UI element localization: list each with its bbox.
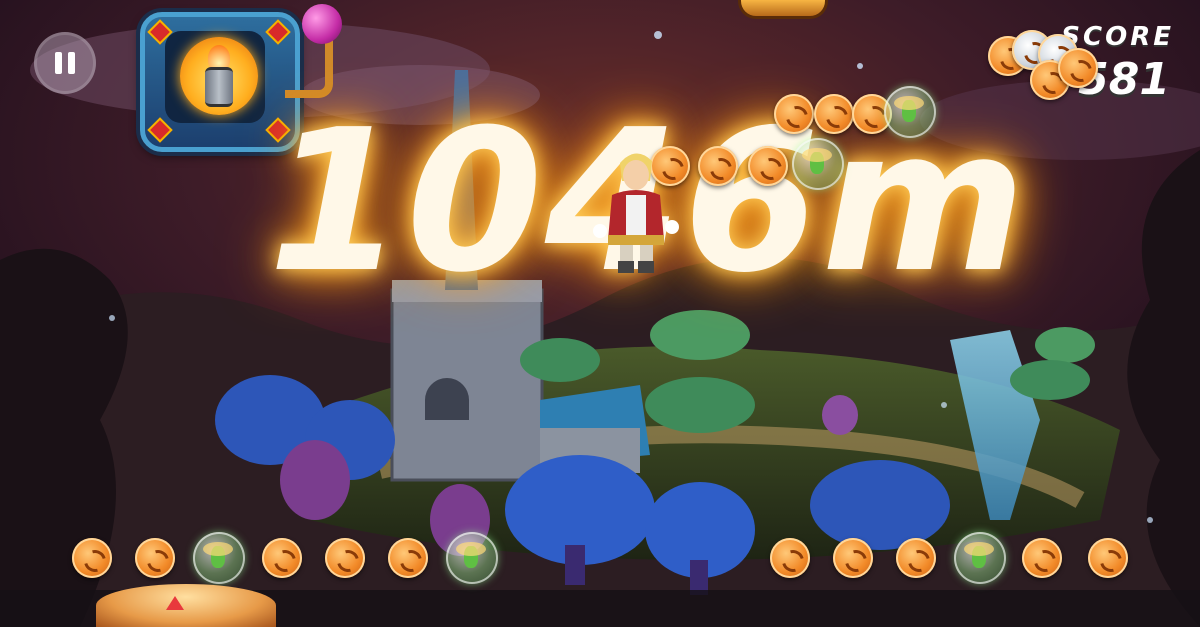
fairy-bubble [792,138,844,190]
coin [1058,48,1098,88]
coin [770,538,810,578]
hero-character [593,153,679,273]
coin [388,538,428,578]
game-screen: SCORE 581 1046m [0,0,1200,627]
fairy-bubble [884,86,936,138]
fire-barrel-icon [180,37,258,115]
gem-icon [147,117,173,143]
fairy-bubble [954,532,1006,584]
coin [896,538,936,578]
coin [1088,538,1128,578]
coin [833,538,873,578]
magenta-orb-icon [302,4,342,44]
coin [774,94,814,134]
coin [698,146,738,186]
coin [748,146,788,186]
pause-icon [55,52,62,74]
pause-icon-bar [68,52,75,74]
launch-pad [96,584,276,627]
coin [325,538,365,578]
falling-barrel [738,0,828,19]
coin [72,538,112,578]
barrel-icon [205,67,233,107]
fairy-bubble [193,532,245,584]
coin [135,538,175,578]
coin [814,94,854,134]
pause-button[interactable] [34,32,96,94]
fairy-bubble [446,532,498,584]
coin [1022,538,1062,578]
coin [262,538,302,578]
red-launch-arrow-icon [166,596,184,610]
